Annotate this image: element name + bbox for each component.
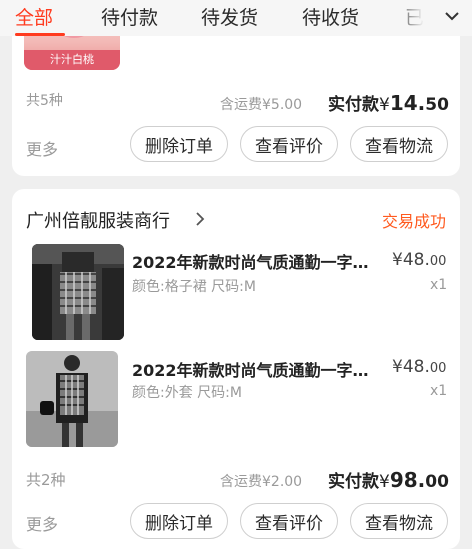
product-spec: 颜色:外套 尺码:M <box>132 385 242 401</box>
product-spec: 颜色:格子裙 尺码:M <box>132 279 256 295</box>
tab-all[interactable]: 全部 <box>15 3 53 30</box>
paid-amount-int: 98. <box>389 468 426 492</box>
shipping-fee: 含运费¥2.00 <box>220 471 302 491</box>
item-count: 共5种 <box>26 93 63 109</box>
item-count: 共2种 <box>26 471 66 489</box>
paid-currency: ¥ <box>379 95 390 115</box>
product-price: ¥48.00 <box>392 250 446 270</box>
product-title[interactable]: 2022年新款时尚气质通勤一字… <box>132 357 369 381</box>
product-price-dec: 00 <box>429 254 447 269</box>
view-review-button[interactable]: 查看评价 <box>240 126 338 162</box>
product-quantity: x1 <box>430 383 448 399</box>
product-image[interactable] <box>26 351 118 447</box>
product-image[interactable] <box>32 244 124 340</box>
paid-label: 实付款 <box>328 472 379 492</box>
product-photo-plaid-dress <box>32 244 124 340</box>
shop-name[interactable]: 广州倍靓服装商行 <box>26 207 170 233</box>
active-tab-indicator <box>15 33 65 36</box>
delete-order-button[interactable]: 删除订单 <box>130 126 228 162</box>
more-link[interactable]: 更多 <box>26 136 58 160</box>
delete-order-button[interactable]: 删除订单 <box>130 503 228 539</box>
tab-pending-shipment[interactable]: 待发货 <box>201 3 258 30</box>
paid-total: 实付款¥14.50 <box>328 90 449 115</box>
paid-currency: ¥ <box>379 472 390 492</box>
chevron-down-icon[interactable] <box>442 6 462 26</box>
product-quantity: x1 <box>430 277 448 293</box>
order-tabs: 全部 待付款 待发货 待收货 已l <box>0 0 472 36</box>
thumbnail-label: 汁汁白桃 <box>24 50 120 70</box>
paid-amount-dec: 50 <box>425 95 449 115</box>
order-card: 广州倍靓服装商行 交易成功 2022年新款时尚气质通勤一字… 颜色:格子裙 尺码… <box>12 189 460 549</box>
tab-pending-receipt[interactable]: 待收货 <box>302 3 359 30</box>
paid-amount-int: 14. <box>389 91 426 115</box>
tab-pending-payment[interactable]: 待付款 <box>101 3 158 30</box>
paid-total: 实付款¥98.00 <box>328 467 449 492</box>
product-price-int: ¥48. <box>392 357 430 377</box>
shipping-amount: ¥5.00 <box>262 97 303 113</box>
product-price: ¥48.00 <box>392 357 446 377</box>
shipping-fee: 含运费¥5.00 <box>220 94 302 114</box>
view-review-button[interactable]: 查看评价 <box>240 503 338 539</box>
shipping-label: 含运费 <box>220 97 262 113</box>
shipping-amount: ¥2.00 <box>262 474 303 490</box>
chevron-right-icon[interactable] <box>194 211 206 227</box>
order-status: 交易成功 <box>382 212 447 231</box>
product-price-dec: 00 <box>429 361 447 376</box>
shipping-label: 含运费 <box>220 474 262 490</box>
paid-amount-dec: 00 <box>425 472 449 492</box>
view-logistics-button[interactable]: 查看物流 <box>350 126 448 162</box>
product-price-int: ¥48. <box>392 250 430 270</box>
more-link[interactable]: 更多 <box>26 511 58 535</box>
paid-label: 实付款 <box>328 95 379 115</box>
product-photo-plaid-jacket <box>26 351 118 447</box>
view-logistics-button[interactable]: 查看物流 <box>350 503 448 539</box>
product-title[interactable]: 2022年新款时尚气质通勤一字… <box>132 249 369 273</box>
